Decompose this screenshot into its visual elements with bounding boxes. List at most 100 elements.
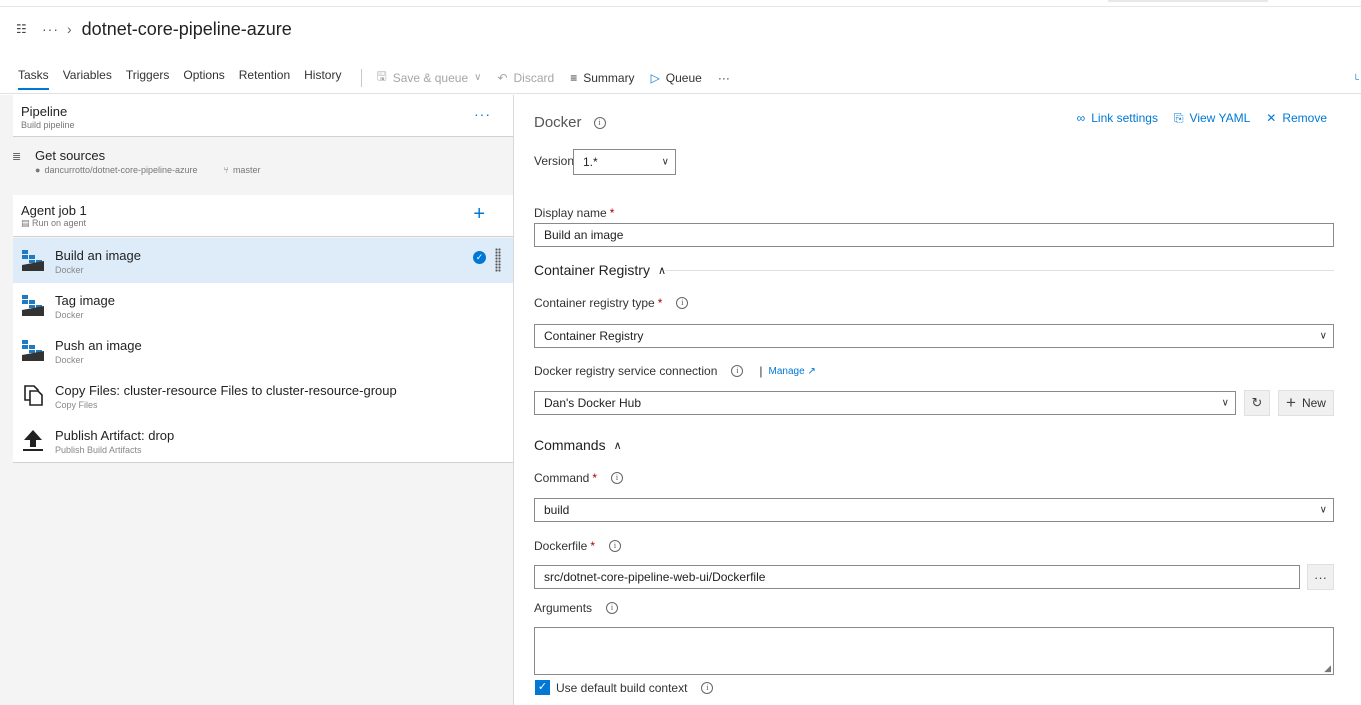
panel-edge-icon: └ — [1352, 74, 1359, 84]
breadcrumb-ellipsis[interactable]: ··· — [42, 21, 59, 37]
agent-job[interactable]: Agent job 1 ▤ Run on agent + — [13, 195, 513, 237]
plus-icon: + — [1286, 393, 1296, 412]
get-sources-item[interactable]: ≣ Get sources ● dancurrotto/dotnet-core-… — [8, 145, 508, 185]
info-icon[interactable]: i — [593, 116, 606, 129]
task-title: Copy Files: cluster-resource Files to cl… — [55, 383, 397, 398]
registry-type-label-text: Container registry type — [534, 296, 655, 310]
section-divider — [665, 270, 1334, 271]
default-context-label-text: Use default build context — [556, 681, 688, 695]
default-context-checkbox[interactable]: ✓ — [535, 680, 550, 695]
save-queue-label: Save & queue — [392, 70, 469, 85]
task-copy-files[interactable]: Copy Files: cluster-resource Files to cl… — [13, 373, 513, 418]
branch-icon: ⑂ — [223, 165, 229, 175]
github-icon: ● — [35, 165, 41, 175]
tab-options[interactable]: Options — [183, 62, 224, 94]
task-subtitle: Docker — [55, 310, 84, 320]
summary-label: Summary — [583, 70, 635, 85]
required-marker: * — [609, 206, 615, 220]
toolbar-more-button[interactable]: ··· — [718, 65, 730, 91]
pipeline-more-button[interactable]: ··· — [474, 106, 491, 122]
display-name-input[interactable]: Build an image — [534, 223, 1334, 247]
add-task-button[interactable]: + — [473, 203, 485, 226]
info-icon[interactable]: i — [676, 297, 689, 309]
undo-icon: ↶ — [497, 70, 508, 85]
info-icon[interactable]: i — [701, 682, 714, 694]
required-marker: * — [657, 296, 663, 310]
task-tag-image[interactable]: Tag image Docker — [13, 283, 513, 328]
task-list: Build an image Docker ✓ Tag image Docker… — [13, 238, 513, 463]
info-icon[interactable]: i — [606, 602, 619, 614]
registry-type-label: Container registry type * i — [534, 296, 689, 310]
remove-label: Remove — [1282, 111, 1327, 125]
pipeline-header[interactable]: Pipeline Build pipeline ··· — [13, 95, 513, 137]
browse-button[interactable]: ··· — [1307, 564, 1334, 590]
default-context-label: Use default build context i — [556, 681, 714, 695]
task-publish-artifact[interactable]: Publish Artifact: drop Publish Build Art… — [13, 418, 513, 463]
summary-button[interactable]: ≡ Summary — [570, 65, 634, 91]
dockerfile-input[interactable]: src/dotnet-core-pipeline-web-ui/Dockerfi… — [534, 565, 1300, 589]
queue-label: Queue — [665, 70, 702, 85]
discard-button[interactable]: ↶ Discard — [497, 65, 554, 91]
link-settings-button[interactable]: ∞ Link settings — [1077, 111, 1158, 126]
tab-variables[interactable]: Variables — [63, 62, 112, 94]
registry-type-select[interactable]: Container Registry ∨ — [534, 324, 1334, 348]
view-yaml-button[interactable]: ⎘ View YAML — [1174, 111, 1250, 126]
task-title: Build an image — [55, 248, 141, 263]
tab-triggers[interactable]: Triggers — [126, 62, 170, 94]
save-queue-button[interactable]: 🖫 Save & queue ∨ — [376, 65, 481, 91]
task-title: Tag image — [55, 293, 115, 308]
dockerfile-label-text: Dockerfile — [534, 539, 588, 553]
pipeline-panel: Pipeline Build pipeline ··· ≣ Get source… — [0, 95, 514, 705]
chevron-down-icon: ∨ — [1319, 504, 1327, 516]
remove-button[interactable]: ✕ Remove — [1266, 111, 1327, 126]
tab-tasks[interactable]: Tasks — [18, 62, 49, 94]
tab-history[interactable]: History — [304, 62, 341, 94]
task-subtitle: Publish Build Artifacts — [55, 445, 142, 455]
task-details-title: Docker i — [534, 114, 606, 131]
task-details-panel: Docker i ∞ Link settings ⎘ View YAML ✕ Remo… — [515, 95, 1361, 705]
service-connection-select[interactable]: Dan's Docker Hub ∨ — [534, 391, 1236, 415]
manage-link[interactable]: Manage ↗ — [769, 366, 816, 377]
commands-title: Commands — [534, 437, 606, 453]
info-icon[interactable]: i — [609, 540, 622, 552]
version-label: Version — [534, 154, 574, 168]
save-icon: 🖫 — [376, 69, 387, 83]
task-subtitle: Copy Files — [55, 400, 98, 410]
drag-handle-icon[interactable] — [495, 248, 501, 272]
arguments-textarea[interactable]: ◢ — [534, 627, 1334, 675]
command-label-text: Command — [534, 471, 590, 485]
version-label-text: Version — [534, 154, 575, 168]
chevron-right-icon: › — [67, 21, 72, 37]
display-name-value: Build an image — [544, 228, 624, 242]
page-title: dotnet-core-pipeline-azure — [81, 18, 292, 39]
commands-section[interactable]: Commands ∧ — [534, 437, 622, 453]
info-icon[interactable]: i — [611, 472, 624, 484]
chevron-down-icon[interactable]: ∨ — [474, 72, 481, 83]
list-icon: ≡ — [570, 70, 578, 85]
task-push-image[interactable]: Push an image Docker — [13, 328, 513, 373]
editor-tabs: Tasks Variables Triggers Options Retenti… — [0, 62, 1361, 94]
task-build-image[interactable]: Build an image Docker ✓ — [13, 238, 513, 283]
tab-retention[interactable]: Retention — [239, 62, 290, 94]
info-icon[interactable]: i — [731, 365, 744, 377]
refresh-icon: ↻ — [1251, 395, 1263, 410]
docker-icon — [22, 340, 44, 361]
top-search-edge — [1108, 0, 1268, 2]
service-connection-value: Dan's Docker Hub — [544, 396, 641, 410]
refresh-button[interactable]: ↻ — [1244, 390, 1270, 416]
container-registry-section[interactable]: Container Registry ∧ — [534, 262, 666, 278]
queue-button[interactable]: ▷ Queue — [651, 65, 702, 91]
org-icon[interactable]: ☷ — [16, 22, 30, 36]
version-select[interactable]: 1.* ∨ — [573, 149, 676, 175]
container-registry-title: Container Registry — [534, 262, 650, 278]
pipeline-title: Pipeline — [21, 104, 68, 119]
publish-artifact-icon — [23, 430, 43, 451]
docker-icon — [22, 250, 44, 271]
task-subtitle: Docker — [55, 355, 84, 365]
command-select[interactable]: build ∨ — [534, 498, 1334, 522]
new-connection-button[interactable]: + New — [1278, 390, 1334, 416]
resize-handle-icon[interactable]: ◢ — [1324, 663, 1331, 674]
dockerfile-label: Dockerfile * i — [534, 539, 622, 553]
task-title: Push an image — [55, 338, 142, 353]
server-icon: ▤ — [21, 218, 33, 228]
